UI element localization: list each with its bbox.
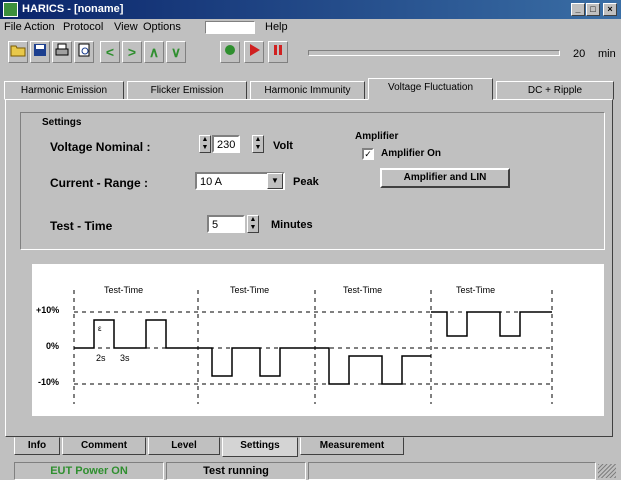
menu-action[interactable]: Action xyxy=(24,21,55,33)
menu-view[interactable]: View xyxy=(114,21,138,33)
status-blank xyxy=(308,462,596,480)
voltage-spinner-right[interactable]: ▲ ▼ xyxy=(252,135,264,153)
annotation-2s: 2s xyxy=(96,353,106,363)
minutes-value: 20 xyxy=(573,48,586,60)
menu-options[interactable]: Options xyxy=(143,21,181,33)
tab-measurement[interactable]: Measurement xyxy=(300,437,404,455)
save-icon xyxy=(34,44,46,56)
caret-up-icon: ∧ xyxy=(148,44,160,60)
phase-label-3: Test-Time xyxy=(343,285,383,295)
record-icon xyxy=(225,45,235,55)
maximize-button[interactable]: □ xyxy=(586,3,600,16)
menu-protocol[interactable]: Protocol xyxy=(63,21,103,33)
amplifier-on-label: Amplifier On xyxy=(381,148,442,159)
phase-label-4: Test-Time xyxy=(456,285,496,295)
minimize-button[interactable]: _ xyxy=(571,3,585,16)
tab-flicker-emission[interactable]: Flicker Emission xyxy=(127,81,247,100)
chevron-down-icon: ▼ xyxy=(271,176,279,185)
menu-bar: File Action Protocol View Options Help xyxy=(0,19,621,37)
test-time-label: Test - Time xyxy=(50,219,113,233)
menu-file[interactable]: File xyxy=(4,21,22,33)
y-label-plus10: +10% xyxy=(36,305,60,315)
bottom-tab-strip: Info Comment Level Settings Measurement xyxy=(0,437,621,459)
voltage-nominal-label: Voltage Nominal : xyxy=(50,140,151,154)
play-icon xyxy=(250,44,260,56)
tab-dc-ripple[interactable]: DC + Ripple xyxy=(496,81,614,100)
title-bar: HARICS - [noname] _ □ × xyxy=(0,0,621,19)
voltage-unit: Volt xyxy=(273,140,293,152)
waveform-3 xyxy=(315,347,431,385)
caret-down-icon: ∨ xyxy=(170,44,182,60)
next-button[interactable]: > xyxy=(122,41,142,63)
phase-label-1: Test-Time xyxy=(104,285,144,295)
time-slider[interactable] xyxy=(308,50,560,56)
printer-icon xyxy=(55,43,69,56)
tab-info[interactable]: Info xyxy=(14,437,60,455)
close-button[interactable]: × xyxy=(603,3,617,16)
save-button[interactable] xyxy=(30,41,50,63)
voltage-nominal-input[interactable]: 230 xyxy=(212,135,240,153)
up-button[interactable]: ∧ xyxy=(144,41,164,63)
amplifier-label: Amplifier xyxy=(355,131,399,142)
open-folder-button[interactable] xyxy=(8,41,28,63)
delta-marker: ε xyxy=(98,324,102,333)
preview-button[interactable] xyxy=(74,41,94,63)
current-unit: Peak xyxy=(293,176,319,188)
current-range-dropdown-button[interactable]: ▼ xyxy=(267,173,283,189)
status-eut-power: EUT Power ON xyxy=(14,462,164,480)
amplifier-and-lin-button[interactable]: Amplifier and LIN xyxy=(380,168,510,188)
tab-harmonic-emission[interactable]: Harmonic Emission xyxy=(4,81,124,100)
waveform-2 xyxy=(198,347,315,377)
waveform-1 xyxy=(74,319,198,349)
waveform-4 xyxy=(431,311,552,337)
tab-settings-bottom[interactable]: Settings xyxy=(222,437,298,457)
menu-help[interactable]: Help xyxy=(265,21,288,33)
test-time-input[interactable]: 5 xyxy=(207,215,245,233)
settings-group-label: Settings xyxy=(42,117,82,128)
status-bar: EUT Power ON Test running xyxy=(0,460,621,480)
annotation-3s: 3s xyxy=(120,353,130,363)
voltage-spinner-left[interactable]: ▲ ▼ xyxy=(199,135,211,153)
tab-level[interactable]: Level xyxy=(148,437,220,455)
test-time-unit: Minutes xyxy=(271,219,313,231)
resize-grip-icon[interactable] xyxy=(598,464,616,478)
tab-voltage-fluctuation[interactable]: Voltage Fluctuation xyxy=(368,78,493,100)
pause-icon xyxy=(274,45,282,55)
tab-comment[interactable]: Comment xyxy=(62,437,146,455)
play-button[interactable] xyxy=(244,41,264,63)
minutes-unit: min xyxy=(598,48,616,60)
voltage-fluctuation-diagram: +10% 0% -10% Test-Time Test-Time Test-Ti… xyxy=(32,264,604,416)
y-label-minus10: -10% xyxy=(38,377,60,387)
menu-input-field[interactable] xyxy=(205,21,255,34)
amplifier-on-checkbox[interactable]: ✓ xyxy=(362,148,374,160)
phase-label-2: Test-Time xyxy=(230,285,270,295)
toolbar: < > ∧ ∨ 20 min xyxy=(0,37,621,73)
print-button[interactable] xyxy=(52,41,72,63)
down-button[interactable]: ∨ xyxy=(166,41,186,63)
tab-harmonic-immunity[interactable]: Harmonic Immunity xyxy=(250,81,365,100)
top-tab-strip: Harmonic Emission Flicker Emission Harmo… xyxy=(0,78,621,100)
window-title: HARICS - [noname] xyxy=(22,3,124,15)
record-button[interactable] xyxy=(220,41,240,63)
chevron-right-icon: > xyxy=(127,44,137,60)
current-range-label: Current - Range : xyxy=(50,176,149,190)
y-label-zero: 0% xyxy=(46,341,60,351)
preview-icon xyxy=(78,43,90,57)
status-test-running: Test running xyxy=(166,462,306,480)
app-icon xyxy=(3,2,18,17)
previous-button[interactable]: < xyxy=(100,41,120,63)
chevron-left-icon: < xyxy=(105,44,115,60)
test-time-spinner[interactable]: ▲ ▼ xyxy=(247,215,259,233)
pause-button[interactable] xyxy=(268,41,288,63)
open-folder-icon xyxy=(10,45,26,57)
checkmark-icon: ✓ xyxy=(364,149,372,159)
